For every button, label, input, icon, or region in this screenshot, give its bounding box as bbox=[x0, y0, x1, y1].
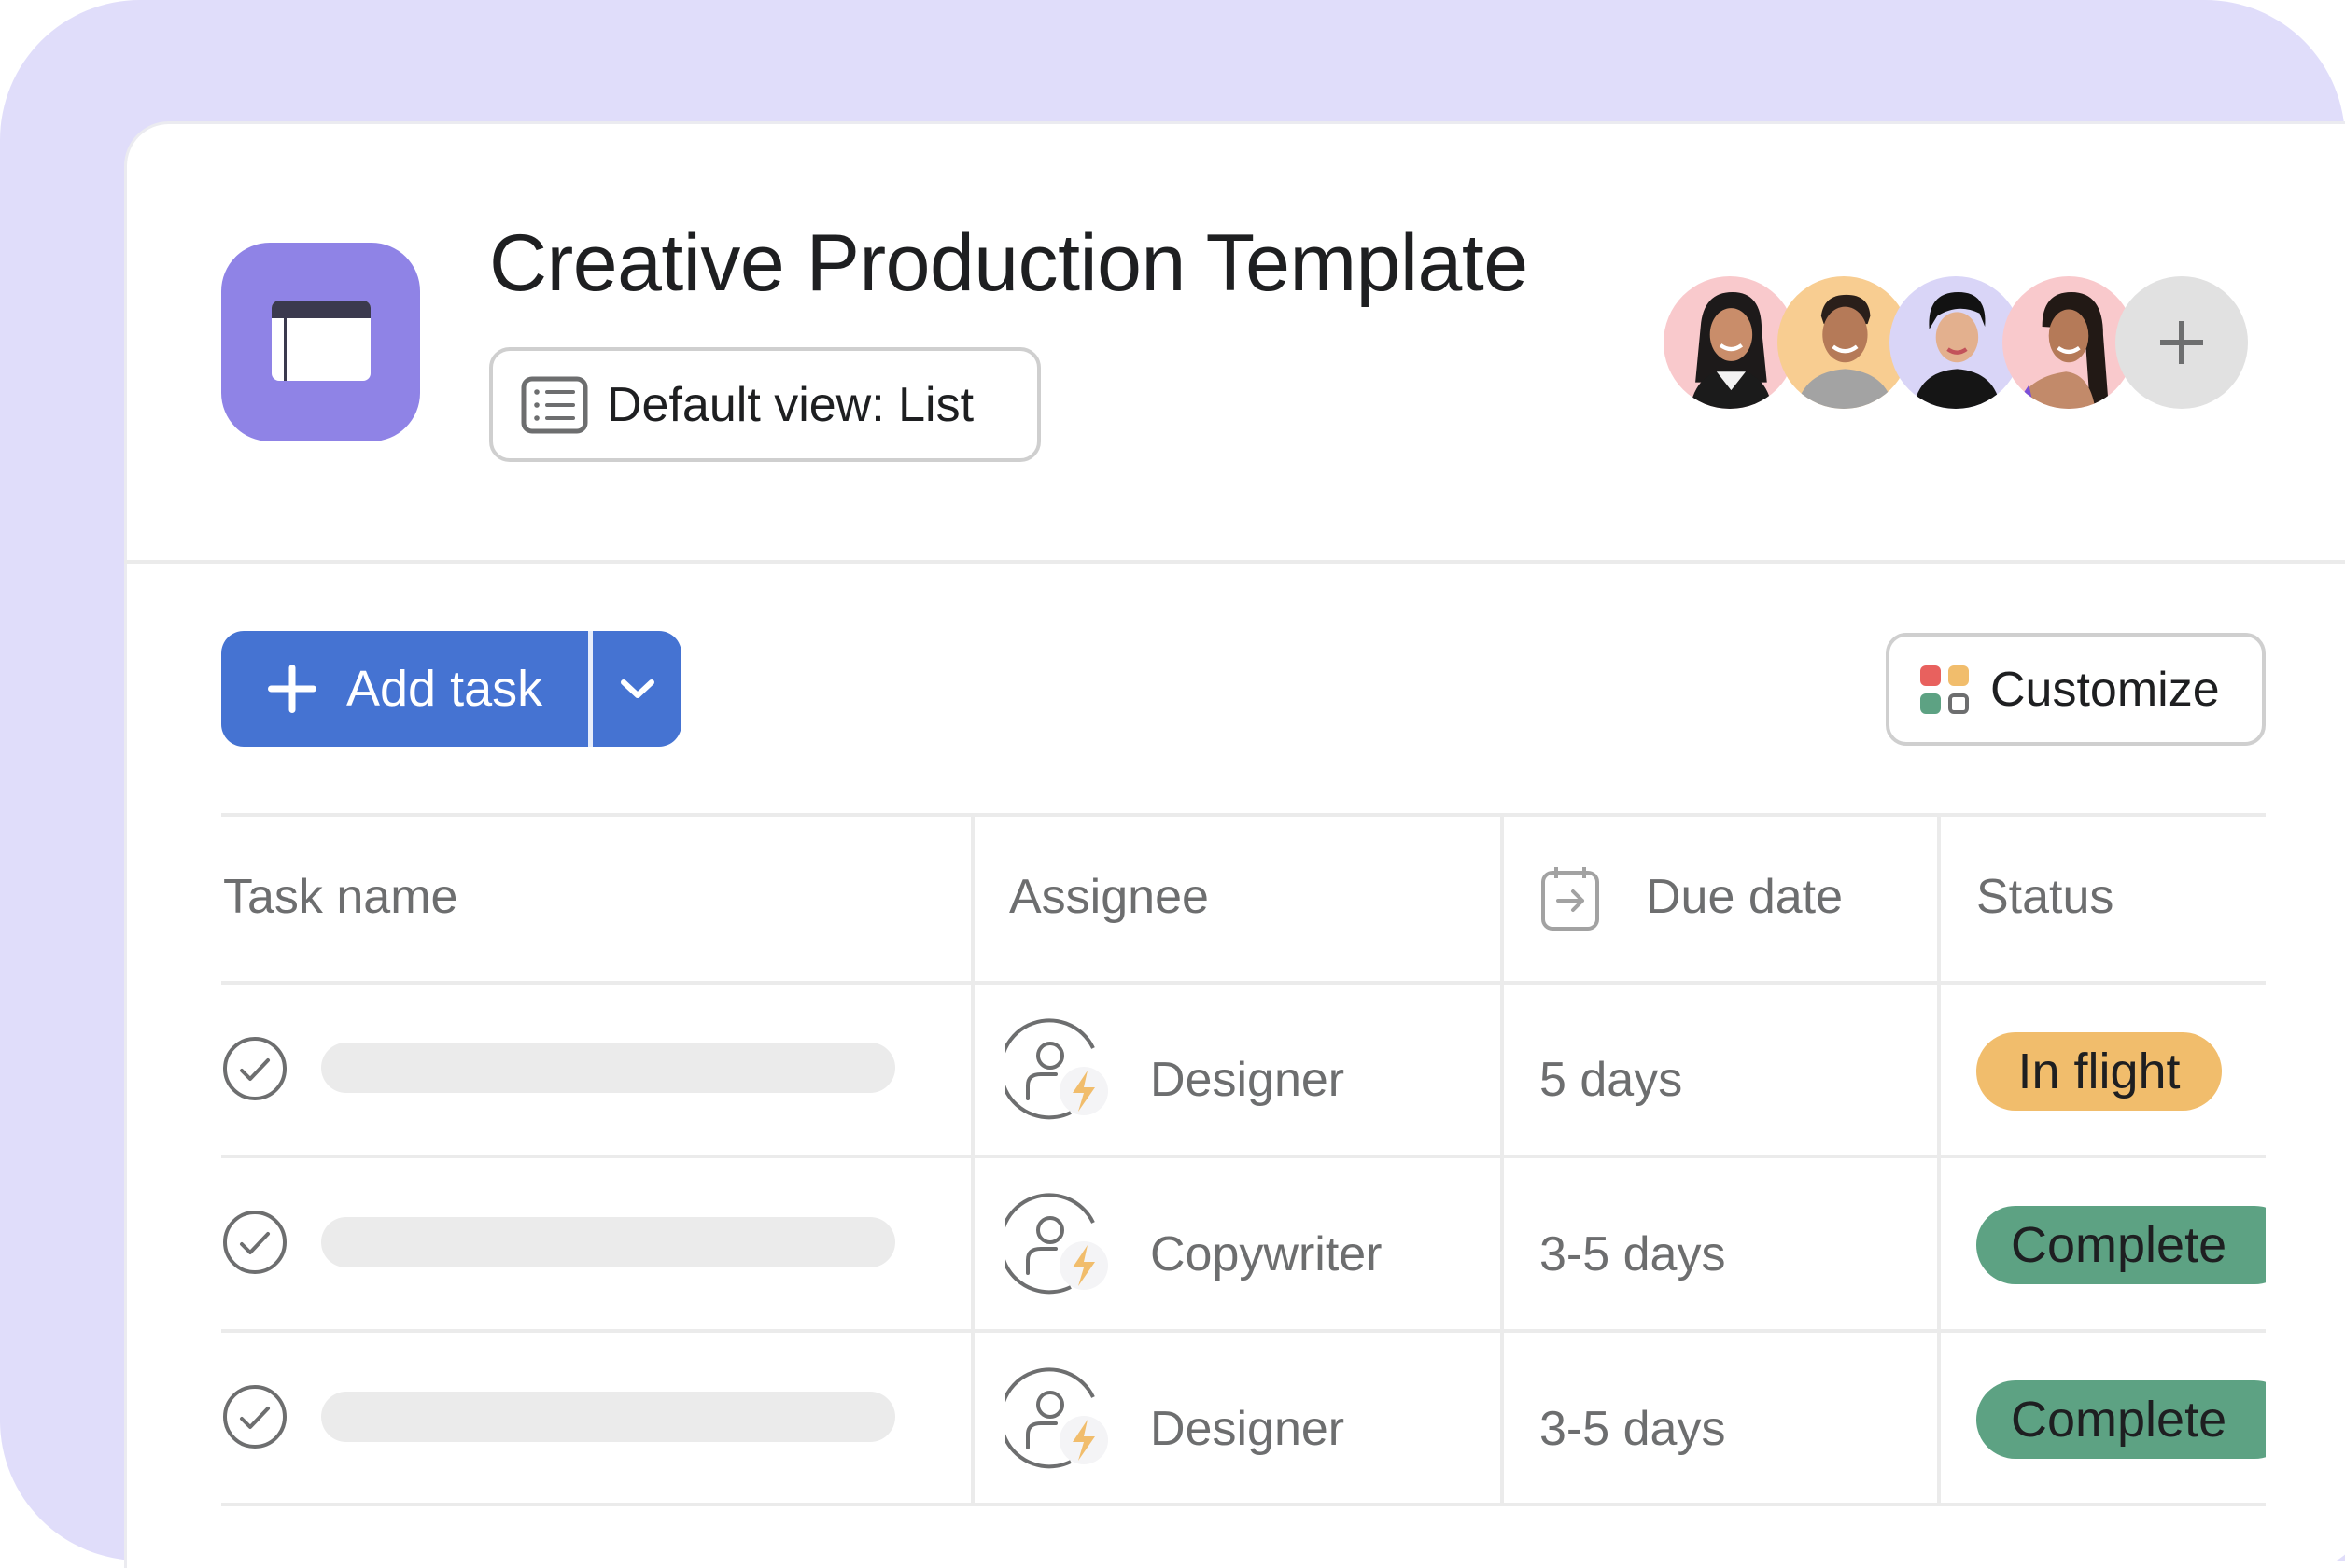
avatar-photo bbox=[1664, 276, 1796, 409]
due-date[interactable]: 3-5 days bbox=[1539, 1401, 1725, 1457]
role-assignee-icon bbox=[1005, 1018, 1108, 1120]
chevron-down-icon bbox=[620, 679, 654, 698]
task-name-placeholder[interactable] bbox=[321, 1217, 895, 1267]
customize-button[interactable]: Customize bbox=[1886, 633, 2266, 746]
row-border bbox=[221, 1155, 2266, 1158]
complete-check-icon[interactable] bbox=[221, 1209, 288, 1276]
task-table: Task name Assignee Due date Status Desig… bbox=[221, 813, 2266, 1560]
due-date[interactable]: 5 days bbox=[1539, 1052, 1682, 1108]
plus-icon bbox=[2160, 321, 2203, 364]
table-top-border bbox=[221, 813, 2266, 817]
status-badge[interactable]: Complete bbox=[1976, 1206, 2266, 1284]
column-header-task-name[interactable]: Task name bbox=[223, 869, 457, 925]
column-header-status[interactable]: Status bbox=[1976, 869, 2113, 925]
row-border bbox=[221, 1329, 2266, 1333]
column-header-due-date[interactable]: Due date bbox=[1646, 869, 1843, 925]
assignee-role[interactable]: Copywriter bbox=[1150, 1226, 1383, 1282]
role-assignee-icon bbox=[1005, 1193, 1108, 1295]
header-bottom-border bbox=[221, 981, 2266, 985]
assignee-role[interactable]: Designer bbox=[1150, 1052, 1344, 1108]
role-assignee-icon bbox=[1005, 1367, 1108, 1469]
avatar[interactable] bbox=[1664, 276, 1796, 409]
add-task-label: Add task bbox=[346, 661, 543, 717]
header-divider bbox=[124, 560, 2345, 564]
default-view-button[interactable]: Default view: List bbox=[489, 347, 1041, 462]
plus-icon bbox=[268, 665, 316, 713]
column-divider bbox=[971, 815, 975, 1505]
customize-label: Customize bbox=[1990, 662, 2220, 717]
default-view-label: Default view: List bbox=[607, 377, 975, 432]
add-task-split-button: Add task bbox=[221, 631, 681, 747]
task-name-placeholder[interactable] bbox=[321, 1043, 895, 1093]
board-window-glyph bbox=[272, 301, 371, 381]
member-avatars bbox=[1664, 276, 2252, 409]
add-task-button[interactable]: Add task bbox=[221, 631, 588, 747]
page-title: Creative Production Template bbox=[489, 218, 1528, 308]
column-divider bbox=[1500, 815, 1504, 1505]
task-name-placeholder[interactable] bbox=[321, 1392, 895, 1442]
column-divider bbox=[1937, 815, 1941, 1505]
complete-check-icon[interactable] bbox=[221, 1383, 288, 1450]
status-badge[interactable]: Complete bbox=[1976, 1380, 2266, 1459]
calendar-arrow-icon bbox=[1541, 867, 1599, 931]
row-border bbox=[221, 1503, 2266, 1506]
column-header-assignee[interactable]: Assignee bbox=[1009, 869, 1209, 925]
add-member-button[interactable] bbox=[2115, 276, 2248, 409]
status-badge[interactable]: In flight bbox=[1976, 1032, 2222, 1111]
complete-check-icon[interactable] bbox=[221, 1035, 288, 1102]
add-task-dropdown-button[interactable] bbox=[593, 631, 681, 747]
customize-grid-icon bbox=[1920, 665, 1969, 714]
due-date[interactable]: 3-5 days bbox=[1539, 1226, 1725, 1282]
project-board-icon bbox=[221, 243, 420, 441]
assignee-role[interactable]: Designer bbox=[1150, 1401, 1344, 1457]
list-icon bbox=[521, 376, 588, 433]
